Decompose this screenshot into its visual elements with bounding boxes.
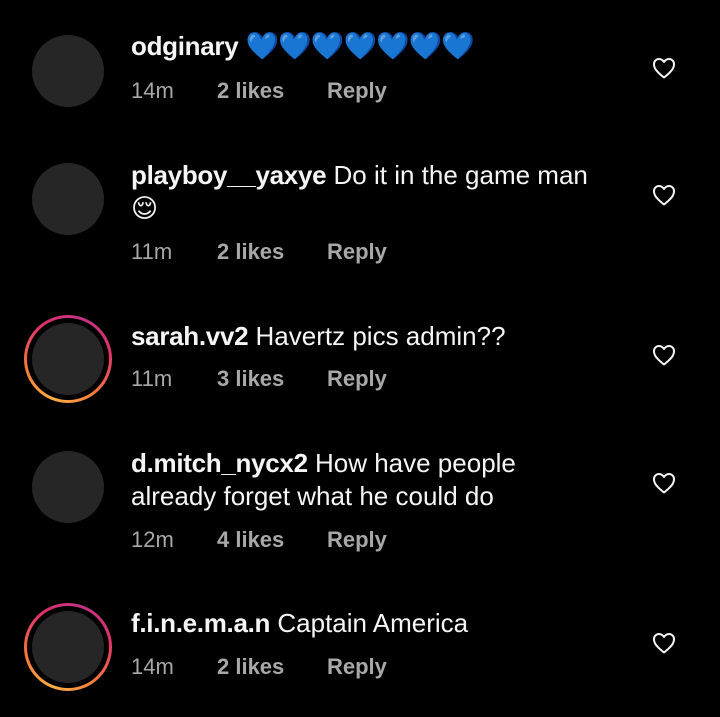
comment-time: 14m <box>131 654 174 679</box>
avatar-image <box>32 163 104 235</box>
comment-body: Captain America <box>277 608 469 638</box>
comment-meta: 11m 2 likes Reply <box>131 238 387 266</box>
avatar-story-ring[interactable] <box>24 603 112 691</box>
avatar[interactable] <box>24 27 112 115</box>
heart-outline-icon[interactable] <box>652 184 676 206</box>
avatar-image <box>32 611 104 683</box>
avatar[interactable] <box>24 443 112 531</box>
comment-username[interactable]: d.mitch_nycx2 <box>131 448 308 478</box>
comment-meta: 11m 3 likes Reply <box>131 365 387 393</box>
comment-username[interactable]: playboy__yaxye <box>131 160 327 190</box>
avatar-image <box>32 451 104 523</box>
comment-time: 14m <box>131 78 174 103</box>
reply-button[interactable]: Reply <box>327 526 387 554</box>
reply-button[interactable]: Reply <box>327 653 387 681</box>
reply-button[interactable]: Reply <box>327 77 387 105</box>
comment-likes[interactable]: 2 likes <box>217 77 327 105</box>
comment-text: sarah.vv2 Havertz pics admin?? <box>131 320 611 353</box>
comment-time: 11m <box>131 239 173 264</box>
avatar-image <box>32 35 104 107</box>
heart-outline-icon[interactable] <box>652 57 676 79</box>
comment-likes[interactable]: 3 likes <box>217 365 327 393</box>
comment-time: 11m <box>131 366 173 391</box>
comment-text: playboy__yaxye Do it in the game man 😌 <box>131 159 611 225</box>
comment-body: Havertz pics admin?? <box>255 321 506 351</box>
comment-text: d.mitch_nycx2 How have people already fo… <box>131 447 601 513</box>
comment-time: 12m <box>131 527 174 552</box>
comment-likes[interactable]: 4 likes <box>217 526 327 554</box>
comment-body: 💙💙💙💙💙💙💙 <box>245 31 475 61</box>
comment-username[interactable]: sarah.vv2 <box>131 321 249 351</box>
comment-username[interactable]: f.i.n.e.m.a.n <box>131 608 270 638</box>
avatar[interactable] <box>24 155 112 243</box>
heart-outline-icon[interactable] <box>652 632 676 654</box>
comment-meta: 12m 4 likes Reply <box>131 526 387 554</box>
avatar-story-ring[interactable] <box>24 315 112 403</box>
reply-button[interactable]: Reply <box>327 238 387 266</box>
reply-button[interactable]: Reply <box>327 365 387 393</box>
avatar-image <box>32 323 104 395</box>
comment-meta: 14m 2 likes Reply <box>131 653 387 681</box>
comment-username[interactable]: odginary <box>131 31 239 61</box>
comment-text: odginary 💙💙💙💙💙💙💙 <box>131 30 611 63</box>
comment-meta: 14m 2 likes Reply <box>131 77 387 105</box>
heart-outline-icon[interactable] <box>652 344 676 366</box>
heart-outline-icon[interactable] <box>652 472 676 494</box>
comment-text: f.i.n.e.m.a.n Captain America <box>131 607 611 640</box>
comment-likes[interactable]: 2 likes <box>217 238 327 266</box>
comment-likes[interactable]: 2 likes <box>217 653 327 681</box>
